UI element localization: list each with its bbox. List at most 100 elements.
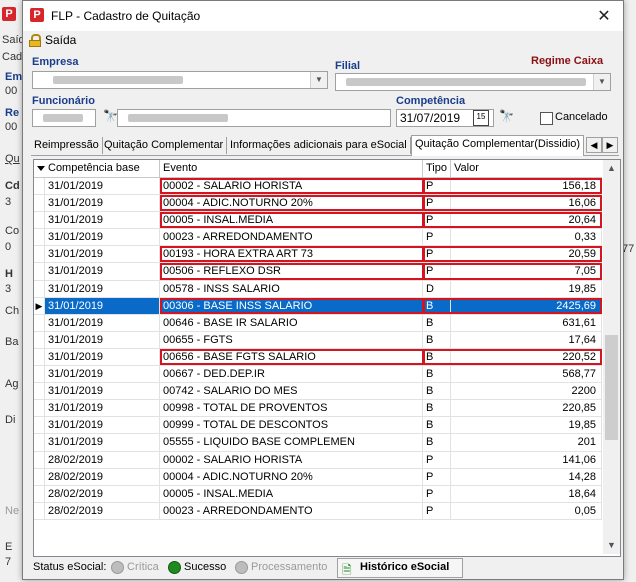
cell-valor[interactable]: 0,05	[451, 502, 602, 519]
table-row[interactable]: 28/02/2019 00002 - SALARIO HORISTA P 141,06	[34, 451, 602, 469]
cell-tipo[interactable]: P	[423, 263, 451, 280]
tab-scroll-left-icon[interactable]: ◀	[586, 137, 602, 153]
row-indicator[interactable]	[34, 263, 45, 280]
row-indicator[interactable]	[34, 280, 45, 297]
cell-competencia[interactable]: 31/01/2019	[45, 314, 160, 331]
historico-esocial-button[interactable]: 🗎 Histórico eSocial	[337, 558, 463, 578]
cell-valor[interactable]: 19,85	[451, 280, 602, 297]
table-row[interactable]: 31/01/2019 00506 - REFLEXO DSR P 7,05	[34, 263, 602, 281]
column-header-valor[interactable]: Valor	[451, 160, 602, 177]
cell-evento[interactable]: 00004 - ADIC.NOTURNO 20%	[160, 195, 423, 212]
cell-tipo[interactable]: P	[423, 178, 451, 195]
funcionario-name-field[interactable]	[117, 109, 391, 127]
cell-evento[interactable]: 00002 - SALARIO HORISTA	[160, 451, 423, 468]
cell-tipo[interactable]: B	[423, 297, 451, 314]
cell-valor[interactable]: 631,61	[451, 314, 602, 331]
quitacao-grid[interactable]: Competência base Evento Tipo Valor 31/01…	[33, 159, 621, 557]
cell-competencia[interactable]: 31/01/2019	[45, 178, 160, 195]
cell-valor[interactable]: 141,06	[451, 451, 602, 468]
tab-scroll-right-icon[interactable]: ▶	[602, 137, 618, 153]
table-row[interactable]: 31/01/2019 00999 - TOTAL DE DESCONTOS B 19,…	[34, 417, 602, 435]
table-row[interactable]: 31/01/2019 00998 - TOTAL DE PROVENTOS B 220…	[34, 400, 602, 418]
calendar-icon[interactable]: 15	[473, 110, 489, 126]
cell-competencia[interactable]: 31/01/2019	[45, 366, 160, 383]
table-row[interactable]: 31/01/2019 00005 - INSAL.MEDIA P 20,64	[34, 212, 602, 230]
cell-valor[interactable]: 16,06	[451, 195, 602, 212]
row-indicator[interactable]	[34, 451, 45, 468]
cell-evento[interactable]: 00578 - INSS SALARIO	[160, 280, 423, 297]
row-indicator[interactable]	[34, 178, 45, 195]
scroll-thumb[interactable]	[605, 335, 618, 440]
cell-competencia[interactable]: 31/01/2019	[45, 229, 160, 246]
empresa-combo[interactable]: ▼	[32, 71, 328, 89]
cell-valor[interactable]: 18,64	[451, 485, 602, 502]
cell-competencia[interactable]: 31/01/2019	[45, 417, 160, 434]
cell-evento[interactable]: 00023 - ARREDONDAMENTO	[160, 229, 423, 246]
cell-competencia[interactable]: 31/01/2019	[45, 400, 160, 417]
cell-valor[interactable]: 7,05	[451, 263, 602, 280]
close-icon[interactable]: ✕	[595, 6, 613, 26]
table-row[interactable]: 31/01/2019 00656 - BASE FGTS SALARIO B 220,…	[34, 348, 602, 367]
cell-valor[interactable]: 201	[451, 434, 602, 451]
cell-evento[interactable]: 00306 - BASE INSS SALARIO	[160, 297, 423, 314]
table-row[interactable]: 31/01/2019 00004 - ADIC.NOTURNO 20% P 16,06	[34, 195, 602, 213]
cell-competencia[interactable]: 31/01/2019	[45, 263, 160, 280]
cell-competencia[interactable]: 31/01/2019	[45, 246, 160, 263]
row-indicator[interactable]	[34, 314, 45, 331]
table-row[interactable]: 31/01/2019 00023 - ARREDONDAMENTO P 0,33	[34, 229, 602, 247]
cell-valor[interactable]: 220,85	[451, 400, 602, 417]
cell-tipo[interactable]: B	[423, 400, 451, 417]
row-indicator[interactable]	[34, 331, 45, 348]
cell-evento[interactable]: 00656 - BASE FGTS SALARIO	[160, 348, 423, 366]
row-indicator[interactable]	[34, 502, 45, 519]
funcionario-code-field[interactable]	[32, 109, 96, 127]
table-row[interactable]: 31/01/2019 00646 - BASE IR SALARIO B 631,61	[34, 314, 602, 332]
binoculars-search-icon[interactable]: 🔭	[103, 109, 118, 123]
cell-competencia[interactable]: 28/02/2019	[45, 502, 160, 519]
row-indicator[interactable]	[34, 212, 45, 229]
cell-tipo[interactable]: P	[423, 195, 451, 212]
cell-competencia[interactable]: 31/01/2019	[45, 212, 160, 229]
competencia-date-field[interactable]: 31/07/2019 15	[396, 109, 494, 127]
cell-competencia[interactable]: 31/01/2019	[45, 195, 160, 212]
tab-quitacao-complementar[interactable]: Quitação Complementar	[101, 137, 228, 154]
table-row[interactable]: ▶ 31/01/2019 00306 - BASE INSS SALARIO B 242…	[34, 297, 602, 315]
scroll-down-icon[interactable]: ▼	[603, 537, 620, 554]
cell-tipo[interactable]: P	[423, 468, 451, 485]
vertical-scrollbar[interactable]: ▲ ▼	[603, 160, 620, 554]
table-row[interactable]: 28/02/2019 00004 - ADIC.NOTURNO 20% P 14,28	[34, 468, 602, 486]
table-row[interactable]: 31/01/2019 00002 - SALARIO HORISTA P 156,18	[34, 178, 602, 196]
cell-competencia[interactable]: 31/01/2019	[45, 434, 160, 451]
cell-tipo[interactable]: P	[423, 229, 451, 246]
cell-competencia[interactable]: 31/01/2019	[45, 383, 160, 400]
cell-valor[interactable]: 0,33	[451, 229, 602, 246]
column-header-evento[interactable]: Evento	[160, 160, 423, 177]
cell-tipo[interactable]: P	[423, 502, 451, 519]
tab-quitacao-complementar-dissidio[interactable]: Quitação Complementar(Dissidio)	[411, 135, 585, 156]
cell-competencia[interactable]: 28/02/2019	[45, 451, 160, 468]
binoculars-search-icon[interactable]: 🔭	[499, 109, 514, 123]
cell-tipo[interactable]: B	[423, 434, 451, 451]
cell-evento[interactable]: 00005 - INSAL.MEDIA	[160, 485, 423, 502]
scroll-up-icon[interactable]: ▲	[603, 160, 620, 177]
row-indicator[interactable]	[34, 229, 45, 246]
cell-evento[interactable]: 00506 - REFLEXO DSR	[160, 263, 423, 280]
row-indicator[interactable]	[34, 400, 45, 417]
table-row[interactable]: 28/02/2019 00005 - INSAL.MEDIA P 18,64	[34, 485, 602, 503]
table-row[interactable]: 28/02/2019 00023 - ARREDONDAMENTO P 0,05	[34, 502, 602, 520]
table-row[interactable]: 31/01/2019 05555 - LIQUIDO BASE COMPLEMEN…	[34, 434, 602, 452]
row-indicator[interactable]	[34, 468, 45, 485]
cell-tipo[interactable]: P	[423, 246, 451, 263]
menu-item-saida[interactable]: Saída	[29, 33, 76, 47]
tab-informacoes-esocial[interactable]: Informações adicionais para eSocial	[227, 137, 411, 154]
cell-evento[interactable]: 00004 - ADIC.NOTURNO 20%	[160, 468, 423, 485]
row-indicator[interactable]	[34, 485, 45, 502]
cell-competencia[interactable]: 31/01/2019	[45, 331, 160, 348]
cell-valor[interactable]: 2200	[451, 383, 602, 400]
cell-evento[interactable]: 00667 - DED.DEP.IR	[160, 366, 423, 383]
cell-tipo[interactable]: D	[423, 280, 451, 297]
row-indicator[interactable]	[34, 348, 45, 366]
row-indicator[interactable]	[34, 195, 45, 212]
chevron-down-icon[interactable]: ▼	[593, 74, 610, 90]
cell-evento[interactable]: 00999 - TOTAL DE DESCONTOS	[160, 417, 423, 434]
